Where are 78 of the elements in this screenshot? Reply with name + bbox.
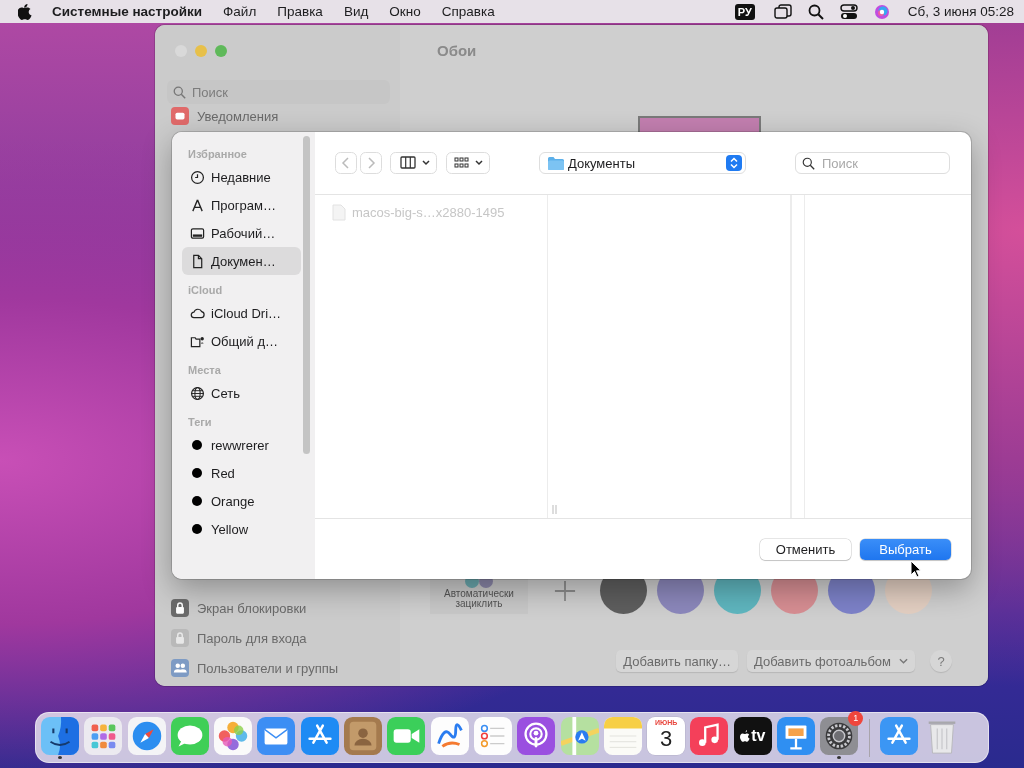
sidebar-item[interactable]: Рабочий…	[182, 219, 301, 247]
sidebar-item[interactable]: Сеть	[182, 379, 301, 407]
apple-icon[interactable]	[18, 3, 32, 20]
resize-grip-icon[interactable]	[551, 505, 557, 514]
document-icon	[190, 253, 205, 269]
folder-icon	[548, 156, 564, 170]
add-button[interactable]: Добавить папку…	[616, 650, 739, 672]
gear-icon[interactable]	[820, 716, 859, 755]
windows-icon[interactable]	[773, 3, 792, 20]
address-book-icon[interactable]	[344, 716, 383, 755]
auto-cycle-label: Автоматически зациклить	[443, 588, 515, 609]
location-label: Документы	[568, 155, 636, 171]
search-icon[interactable]	[806, 3, 825, 20]
clock-icon	[190, 169, 205, 185]
lock-icon	[171, 599, 189, 617]
sidebar-item[interactable]: Недавние	[182, 163, 301, 191]
cancel-button[interactable]: Отменить	[760, 538, 851, 560]
search-icon	[802, 157, 815, 170]
toggle-switches-icon[interactable]	[839, 3, 858, 20]
sidebar-item[interactable]: rewwrerer	[182, 431, 301, 459]
add-button[interactable]: Добавить фотоальбом	[747, 650, 915, 672]
scribble-icon[interactable]	[430, 716, 469, 755]
calendar-day: 3	[660, 726, 673, 751]
section-heading: Теги	[187, 415, 213, 430]
people-icon	[171, 659, 189, 677]
window-title: Обои	[436, 41, 478, 60]
menu-item[interactable]: Окно	[389, 4, 421, 19]
speech-bubble-icon[interactable]	[170, 716, 209, 755]
podium-icon[interactable]	[777, 716, 816, 755]
sidebar-item[interactable]: Общий д…	[182, 327, 301, 355]
search-icon	[173, 86, 186, 99]
menu-item[interactable]: Вид	[343, 4, 369, 19]
column-view-button[interactable]	[390, 152, 437, 174]
envelope-icon[interactable]	[257, 716, 296, 755]
tv-label: tv	[751, 726, 766, 745]
menu-item[interactable]: Правка	[277, 4, 323, 19]
bell-icon	[171, 107, 189, 125]
sidebar-item[interactable]: Yellow	[182, 515, 301, 543]
flower-icon[interactable]	[214, 716, 253, 755]
sidebar-item[interactable]: Orange	[182, 487, 301, 515]
section-heading: iCloud	[187, 283, 224, 298]
music-note-icon[interactable]	[690, 716, 729, 755]
search-field[interactable]: Поиск	[795, 152, 950, 174]
apple-icon	[740, 729, 751, 742]
sidebar-item[interactable]: Докумен…	[182, 247, 301, 275]
lock-icon	[171, 629, 189, 647]
section-heading: Избранное	[187, 147, 248, 162]
document-icon	[332, 203, 346, 221]
choose-button[interactable]: Выбрать	[860, 538, 951, 560]
sidebar-item[interactable]: Програм…	[182, 191, 301, 219]
menu-item[interactable]: Файл	[223, 4, 257, 19]
sidebar-item[interactable]: Red	[182, 459, 301, 487]
podcast-icon[interactable]	[517, 716, 556, 755]
up-down-arrows-icon	[726, 155, 742, 171]
globe-icon	[190, 385, 205, 401]
plus-icon[interactable]	[554, 579, 576, 602]
map-icon[interactable]	[560, 716, 599, 755]
clock[interactable]: Сб, 3 июня 05:28	[907, 4, 1014, 19]
letter-a-icon[interactable]	[879, 716, 918, 755]
video-camera-icon[interactable]	[387, 716, 426, 755]
icon-view-button[interactable]	[446, 152, 490, 174]
sidebar-item[interactable]: iCloud Dri…	[182, 299, 301, 327]
section-heading: Места	[187, 363, 222, 378]
scrollbar[interactable]	[303, 136, 310, 454]
smiling-face-icon[interactable]	[41, 716, 79, 755]
sidebar-item[interactable]: Пользователи и группы	[167, 653, 390, 683]
compass-icon[interactable]	[127, 716, 166, 755]
input-source-indicator[interactable]: РУ	[734, 3, 755, 20]
orb-icon[interactable]	[872, 3, 891, 20]
letter-a-icon[interactable]	[300, 716, 339, 755]
menu-item[interactable]: Справка	[441, 4, 495, 19]
location-dropdown[interactable]: Документы	[539, 152, 746, 174]
display-icon	[190, 225, 205, 241]
menu-item[interactable]: Системные настройки	[52, 4, 203, 19]
app-grid-icon[interactable]	[84, 716, 123, 755]
chevron-down-icon	[899, 658, 908, 664]
tv-app-icon[interactable]: tv	[733, 716, 772, 755]
checklist-icon[interactable]	[473, 716, 512, 755]
